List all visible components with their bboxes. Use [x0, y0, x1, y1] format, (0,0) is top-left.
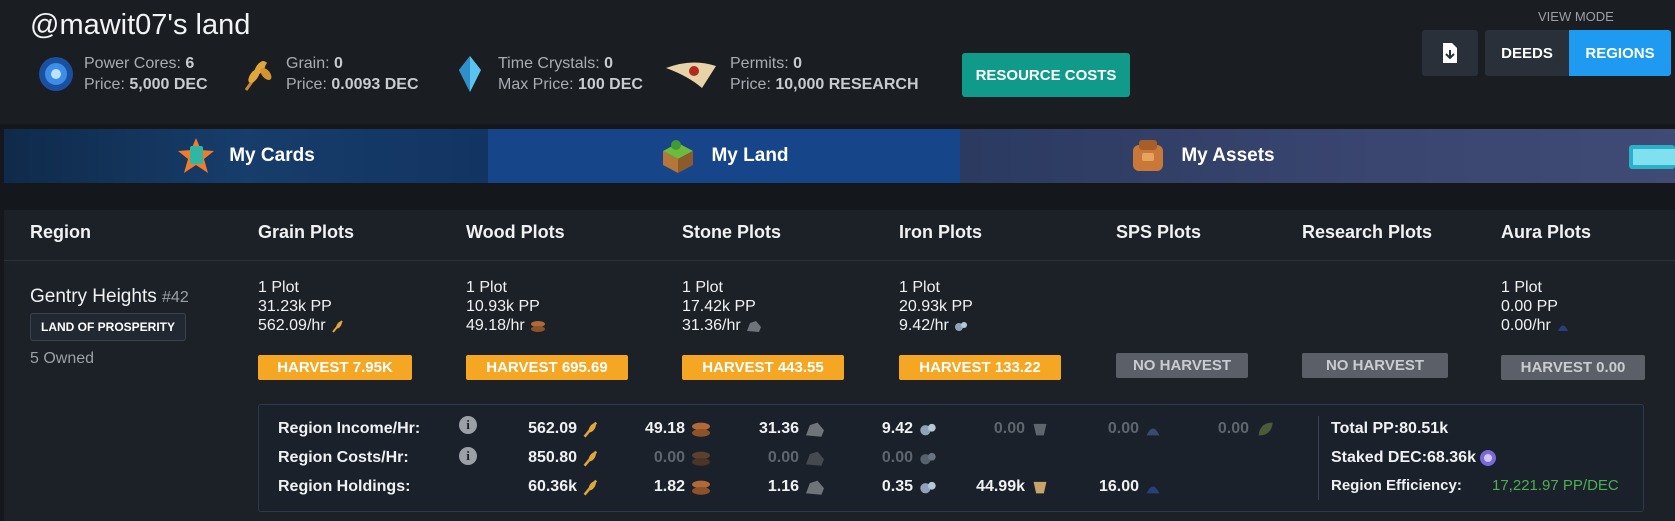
col-wood-plots: Wood Plots — [466, 222, 565, 242]
region-badge: LAND OF PROSPERITY — [30, 313, 186, 341]
tab-my-assets[interactable]: My Assets — [960, 129, 1675, 183]
harvest-iron-button[interactable]: HARVEST 133.22 — [899, 355, 1061, 380]
wood-icon — [692, 451, 710, 466]
grain-icon — [583, 421, 598, 438]
income-grain: 562.09 — [490, 420, 600, 438]
grain-plot-cell: 1 Plot 31.23k PP 562.09/hr — [258, 278, 345, 335]
iron-icon — [920, 481, 936, 494]
income-sps: 0.00 — [938, 420, 1050, 438]
power-core-icon — [39, 57, 73, 91]
harvest-aura-button[interactable]: HARVEST 0.00 — [1501, 355, 1645, 380]
holdings-aura: 16.00 — [1050, 478, 1162, 496]
income-aura: 0.00 — [1162, 420, 1276, 438]
aura-plot-cell: 1 Plot 0.00 PP 0.00/hr — [1501, 278, 1570, 335]
holdings-stone: 1.16 — [712, 478, 826, 496]
grain-icon — [583, 479, 598, 496]
region-efficiency-label: Region Efficiency: — [1331, 477, 1462, 494]
grain-icon — [244, 61, 272, 91]
cards-icon — [178, 138, 215, 173]
time-crystals-resource: Time Crystals: 0 Max Price: 100 DEC — [450, 52, 643, 96]
col-grain-plots: Grain Plots — [258, 222, 355, 242]
income-label: Region Income/Hr: — [278, 420, 421, 437]
research-no-harvest-button[interactable]: NO HARVEST — [1302, 353, 1448, 378]
total-pp: Total PP:80.51k — [1331, 420, 1449, 437]
tab-my-cards[interactable]: My Cards — [4, 129, 488, 183]
iron-icon — [920, 452, 936, 465]
wood-icon — [692, 480, 710, 495]
wood-plot-cell: 1 Plot 10.93k PP 49.18/hr — [466, 278, 546, 335]
view-mode-label: VIEW MODE — [1538, 9, 1614, 24]
income-info-icon[interactable]: i — [459, 416, 477, 434]
wood-icon — [530, 320, 545, 332]
holdings-research: 44.99k — [938, 478, 1050, 496]
grain-resource: Grain: 0 Price: 0.0093 DEC — [238, 52, 419, 96]
summary-divider — [1318, 416, 1319, 500]
stone-icon — [806, 451, 824, 466]
costs-info-icon[interactable]: i — [459, 447, 477, 465]
research-icon — [1033, 481, 1047, 494]
harvest-grain-button[interactable]: HARVEST 7.95K — [258, 355, 412, 380]
power-cores-resource: Power Cores: 6 Price: 5,000 DEC — [36, 52, 208, 96]
costs-iron: 0.00 — [826, 449, 938, 467]
costs-wood: 0.00 — [600, 449, 712, 467]
iron-icon — [920, 423, 936, 436]
income-wood: 49.18 — [600, 420, 712, 438]
holdings-wood: 1.82 — [600, 478, 712, 496]
aura-icon — [1146, 428, 1160, 436]
grain-icon — [331, 319, 343, 333]
iron-plot-cell: 1 Plot 20.93k PP 9.42/hr — [899, 279, 973, 334]
col-research-plots: Research Plots — [1302, 222, 1433, 242]
deeds-view-button[interactable]: DEEDS — [1485, 30, 1569, 76]
holdings-label: Region Holdings: — [278, 478, 411, 495]
costs-grain: 850.80 — [490, 449, 600, 467]
stone-icon — [746, 320, 761, 332]
splinterlands-logo-icon — [1629, 145, 1675, 169]
col-iron-plots: Iron Plots — [899, 222, 983, 242]
harvest-stone-button[interactable]: HARVEST 443.55 — [682, 355, 844, 380]
col-aura-plots: Aura Plots — [1501, 222, 1592, 242]
iron-icon — [954, 321, 967, 331]
permits-resource: Permits: 0 Price: 10,000 RESEARCH — [664, 52, 919, 96]
research-icon — [1033, 423, 1047, 436]
download-button[interactable] — [1422, 30, 1478, 76]
region-efficiency-value: 17,221.97 PP/DEC — [1492, 477, 1619, 494]
costs-label: Region Costs/Hr: — [278, 449, 409, 466]
time-crystal-icon — [459, 56, 481, 92]
stone-plot-cell: 1 Plot 17.42k PP 31.36/hr — [682, 278, 762, 335]
page-title: @mawit07's land — [30, 9, 251, 41]
permit-icon — [666, 62, 716, 88]
income-research: 0.00 — [1050, 420, 1162, 438]
header-divider — [4, 260, 1675, 261]
costs-stone: 0.00 — [712, 449, 826, 467]
download-icon — [1443, 43, 1457, 63]
owned-count: 5 Owned — [30, 350, 95, 367]
dec-icon — [1479, 450, 1496, 466]
harvest-wood-button[interactable]: HARVEST 695.69 — [466, 355, 628, 380]
land-icon — [663, 140, 694, 173]
col-region: Region — [30, 222, 91, 242]
main-tabs: My Cards My Land My Assets — [4, 129, 1675, 183]
holdings-iron: 0.35 — [826, 478, 938, 496]
wood-icon — [692, 422, 710, 437]
aura-icon — [1146, 486, 1160, 494]
col-stone-plots: Stone Plots — [682, 222, 782, 242]
income-stone: 31.36 — [712, 420, 826, 438]
regions-view-button[interactable]: REGIONS — [1569, 30, 1671, 76]
region-name[interactable]: Gentry Heights #42 — [30, 286, 189, 308]
income-iron: 9.42 — [826, 420, 938, 438]
col-sps-plots: SPS Plots — [1116, 222, 1202, 242]
aura-icon — [1557, 325, 1568, 331]
stone-icon — [806, 422, 824, 437]
staked-dec: Staked DEC:68.36k — [1331, 449, 1497, 467]
assets-icon — [1133, 140, 1164, 171]
grain-icon — [583, 450, 598, 467]
holdings-grain: 60.36k — [490, 478, 600, 496]
stone-icon — [806, 480, 824, 495]
resource-costs-button[interactable]: RESOURCE COSTS — [962, 53, 1130, 97]
tab-my-land[interactable]: My Land — [488, 129, 960, 183]
sps-no-harvest-button[interactable]: NO HARVEST — [1116, 353, 1248, 378]
leaf-icon — [1258, 422, 1273, 436]
